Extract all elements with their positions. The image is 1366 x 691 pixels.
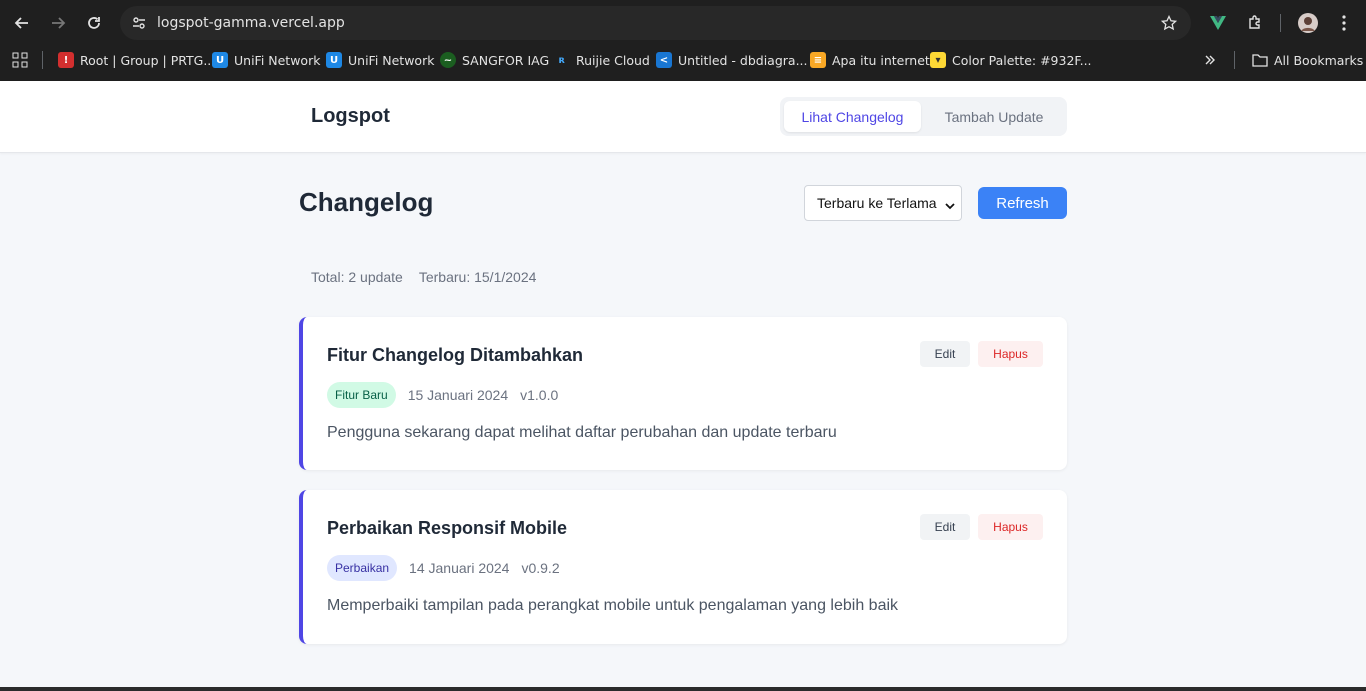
bookmark-dbdiagram[interactable]: < Untitled - dbdiagra...	[656, 49, 808, 71]
browser-chrome: logspot-gamma.vercel.app ! Root | Group …	[0, 0, 1366, 81]
browser-toolbar: logspot-gamma.vercel.app	[0, 0, 1366, 45]
vue-devtools-icon[interactable]	[1206, 11, 1230, 35]
card-meta: Fitur Baru 15 Januari 2024 v1.0.0	[327, 382, 558, 408]
bookmark-prtg[interactable]: ! Root | Group | PRTG...	[58, 49, 215, 71]
back-icon[interactable]	[10, 11, 34, 35]
edit-button[interactable]: Edit	[920, 341, 970, 367]
palette-icon: ▾	[930, 52, 946, 68]
prtg-icon: !	[58, 52, 74, 68]
all-bookmarks[interactable]: All Bookmarks	[1252, 49, 1363, 71]
entry-date: 15 Januari 2024	[407, 387, 509, 403]
unifi-icon: U	[212, 52, 228, 68]
tab-view-changelog[interactable]: Lihat Changelog	[784, 101, 921, 132]
menu-kebab-icon[interactable]	[1332, 11, 1356, 35]
entry-version: v0.9.2	[521, 560, 560, 576]
stats-latest: Terbaru: 15/1/2024	[418, 269, 537, 285]
bookmark-star-icon[interactable]	[1159, 13, 1179, 33]
reload-icon[interactable]	[82, 11, 106, 35]
unifi-icon: U	[326, 52, 342, 68]
delete-button[interactable]: Hapus	[978, 341, 1043, 367]
page-title: Changelog	[299, 187, 434, 217]
changelog-card: Fitur Changelog Ditambahkan Edit Hapus F…	[299, 317, 1067, 470]
card-title: Perbaikan Responsif Mobile	[327, 518, 568, 538]
bookmark-color-palette[interactable]: ▾ Color Palette: #932F...	[930, 49, 1092, 71]
ruijie-icon: ʀ	[558, 54, 566, 66]
url-text[interactable]: logspot-gamma.vercel.app	[157, 15, 345, 31]
tab-add-update[interactable]: Tambah Update	[925, 101, 1063, 132]
bookmark-ruijie[interactable]: ʀ Ruijie Cloud	[554, 49, 650, 71]
bookmarks-bar: ! Root | Group | PRTG... U UniFi Network…	[0, 45, 1366, 75]
entry-version: v1.0.0	[520, 387, 559, 403]
folder-icon	[1252, 54, 1268, 67]
view-tabs: Lihat Changelog Tambah Update	[780, 97, 1067, 136]
dbdiagram-icon: <	[656, 52, 672, 68]
app-logo[interactable]: Logspot	[311, 105, 390, 128]
site-info-icon[interactable]	[128, 12, 150, 34]
taskbar-edge	[0, 687, 1366, 691]
forward-icon[interactable]	[46, 11, 70, 35]
stats-total: Total: 2 update	[311, 269, 403, 285]
changelog-stats: Total: 2 update Terbaru: 15/1/2024	[311, 269, 536, 285]
sort-select[interactable]: Terbaru ke Terlama	[804, 185, 962, 221]
card-meta: Perbaikan 14 Januari 2024 v0.9.2	[327, 555, 560, 581]
bookmark-sangfor[interactable]: ~ SANGFOR IAG	[440, 49, 549, 71]
app-header: Logspot Lihat Changelog Tambah Update	[0, 81, 1366, 153]
card-description: Pengguna sekarang dapat melihat daftar p…	[327, 424, 837, 441]
entry-date: 14 Januari 2024	[409, 560, 510, 576]
type-badge: Fitur Baru	[327, 382, 396, 408]
address-bar[interactable]: logspot-gamma.vercel.app	[120, 6, 1191, 40]
bookmark-unifi-1[interactable]: U UniFi Network	[212, 49, 320, 71]
apps-grid-icon[interactable]	[12, 49, 28, 71]
card-description: Memperbaiki tampilan pada perangkat mobi…	[327, 597, 899, 614]
edit-button[interactable]: Edit	[920, 514, 970, 540]
chevron-down-icon	[945, 198, 955, 214]
sangfor-icon: ~	[440, 52, 456, 68]
bookmark-unifi-2[interactable]: U UniFi Network	[326, 49, 434, 71]
stack-icon: ≡	[810, 52, 826, 68]
changelog-card: Perbaikan Responsif Mobile Edit Hapus Pe…	[299, 490, 1067, 644]
profile-avatar[interactable]	[1296, 11, 1320, 35]
bookmark-apa-itu-internet[interactable]: ≡ Apa itu internet	[810, 49, 930, 71]
extensions-icon[interactable]	[1243, 11, 1267, 35]
type-badge: Perbaikan	[327, 555, 398, 581]
chevron-double-right-icon[interactable]	[1204, 49, 1216, 71]
delete-button[interactable]: Hapus	[978, 514, 1043, 540]
refresh-button[interactable]: Refresh	[978, 187, 1067, 219]
card-title: Fitur Changelog Ditambahkan	[327, 345, 584, 365]
sort-selected-value: Terbaru ke Terlama	[817, 195, 937, 211]
